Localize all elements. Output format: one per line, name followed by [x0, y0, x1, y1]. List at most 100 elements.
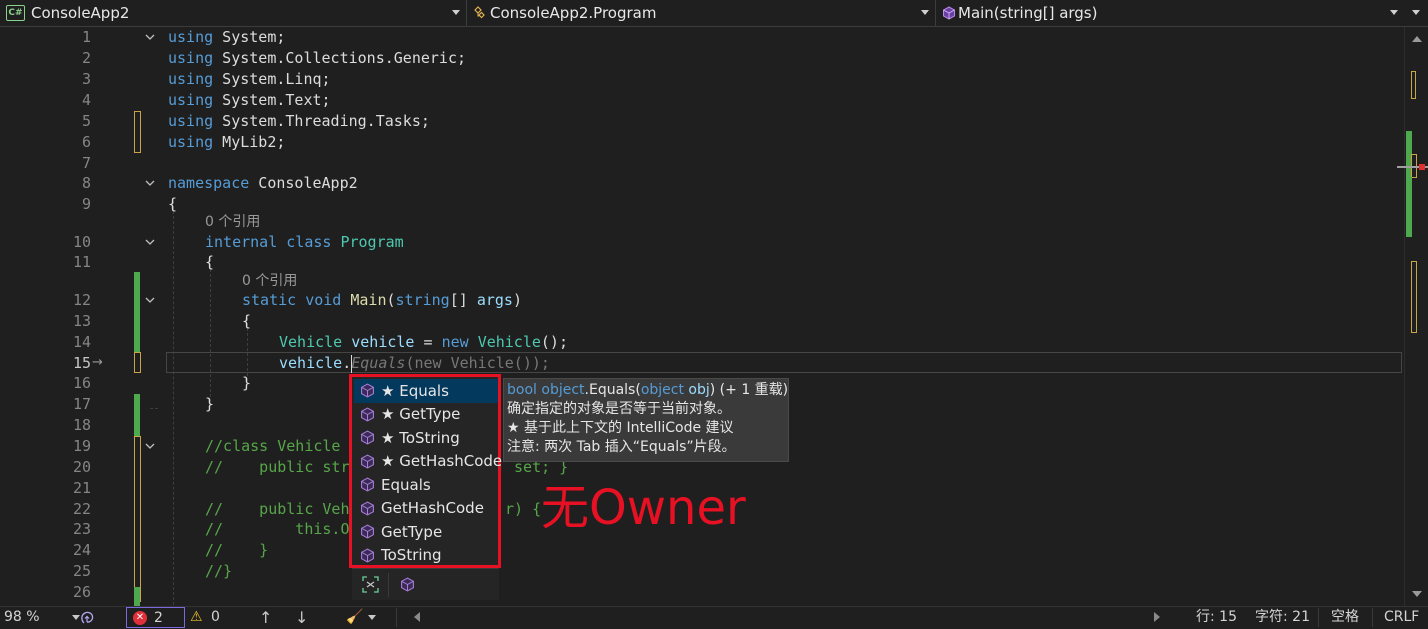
chevron-down-icon: [367, 614, 376, 620]
type-name: Program: [340, 233, 404, 251]
line-number: 7: [81, 154, 91, 172]
line-number: 2: [81, 49, 91, 67]
method-icon: [361, 430, 374, 445]
type-dropdown[interactable]: ConsoleApp2.Program: [467, 0, 936, 26]
separator: [396, 608, 397, 627]
completion-item[interactable]: Equals: [354, 473, 498, 497]
keyword: using: [168, 133, 214, 151]
punctuation: (: [386, 291, 396, 309]
code-line-22-tail: r) {: [505, 500, 542, 518]
error-count-button[interactable]: ✕ 2: [126, 607, 185, 628]
chevron-down-icon: [921, 10, 929, 15]
keyword: using: [168, 49, 214, 67]
member-label: Main(string[] args): [958, 4, 1098, 22]
code-lens-references[interactable]: 0 个引用: [205, 213, 260, 231]
code-line-20: // public str: [205, 458, 350, 476]
red-annotation-text: 无Owner: [541, 480, 746, 536]
punctuation: .: [342, 354, 352, 372]
line-number: 17: [72, 395, 91, 413]
line-number: 11: [72, 253, 91, 271]
keyword: using: [168, 91, 214, 109]
type-label: ConsoleApp2.Program: [490, 4, 657, 22]
current-line-arrow-icon: →: [92, 355, 103, 370]
method-icon: [361, 477, 374, 492]
completion-item[interactable]: ★ GetType: [354, 403, 498, 427]
chevron-down-icon: [72, 614, 81, 620]
method-filter-icon[interactable]: [400, 577, 415, 592]
line-number: 20: [72, 458, 91, 476]
collapse-chevron-icon[interactable]: [145, 32, 155, 42]
parameter-name: args: [476, 291, 513, 309]
line-number: 16: [72, 374, 91, 392]
method-icon: [361, 407, 374, 422]
change-indicator-unsaved: [134, 352, 141, 373]
completion-label: GetType: [381, 522, 443, 541]
completion-item[interactable]: GetType: [354, 520, 498, 544]
method-name: Main: [350, 291, 387, 309]
previous-issue-arrow-icon[interactable]: ↑: [259, 607, 272, 628]
code-line-13: {: [242, 312, 252, 330]
chevron-down-icon: [1412, 10, 1420, 15]
line-indicator[interactable]: 行: 15: [1196, 607, 1237, 628]
scroll-up-icon[interactable]: [1412, 36, 1422, 42]
line-number: 13: [72, 312, 91, 330]
keyword: namespace: [168, 174, 250, 192]
code-cleanup-button[interactable]: 🧹: [346, 607, 376, 628]
type-name: Vehicle: [279, 333, 343, 351]
collapse-chevron-icon[interactable]: [145, 441, 155, 451]
line-number: 1: [81, 28, 91, 46]
completion-item[interactable]: ★ ToString: [354, 426, 498, 450]
tooltip-intellicode-note: ★ 基于此上下文的 IntelliCode 建议: [507, 420, 734, 436]
ghost-completion-text: (new Vehicle());: [405, 354, 550, 372]
code-lens-references[interactable]: 0 个引用: [242, 272, 297, 290]
punctuation: ();: [540, 333, 568, 351]
keyword: new: [441, 333, 469, 351]
zoom-dropdown[interactable]: 98 %: [4, 607, 81, 628]
code-line-24: // }: [205, 541, 269, 559]
chevron-down-icon: [452, 10, 460, 15]
tooltip-method: .Equals(: [584, 382, 641, 398]
project-dropdown[interactable]: C# ConsoleApp2: [0, 0, 467, 26]
horizontal-scroll-left-icon[interactable]: [414, 607, 420, 628]
collapse-chevron-icon[interactable]: [145, 178, 155, 188]
warning-count-button[interactable]: ⚠ 0: [190, 607, 220, 628]
intellicode-status-icon[interactable]: [80, 610, 95, 625]
line-number: 5: [81, 112, 91, 130]
indentation-indicator[interactable]: 空格: [1331, 607, 1359, 628]
line-number: 9: [81, 195, 91, 213]
line-number: 12: [72, 291, 91, 309]
chevron-down-icon: [1390, 10, 1398, 15]
completion-label: ★ Equals: [381, 381, 449, 400]
intellisense-completion-list[interactable]: ★ Equals ★ GetType ★ ToString ★ GetHashC…: [349, 374, 502, 568]
completion-item[interactable]: ToString: [354, 544, 498, 568]
member-dropdown[interactable]: Main(string[] args): [936, 0, 1404, 26]
method-icon: [361, 524, 374, 539]
error-count: 2: [154, 610, 163, 626]
char-indicator[interactable]: 字符: 21: [1255, 607, 1310, 628]
next-issue-arrow-icon[interactable]: ↓: [295, 607, 308, 628]
collapse-chevron-icon[interactable]: [145, 237, 155, 247]
keyword: void: [305, 291, 342, 309]
completion-item[interactable]: ★ GetHashCode: [354, 450, 502, 474]
line-ending-indicator[interactable]: CRLF: [1384, 607, 1419, 628]
tooltip-description: 确定指定的对象是否等于当前对象。: [507, 401, 731, 417]
completion-item[interactable]: ★ Equals: [354, 379, 498, 403]
code-line-4: using System.Text;: [168, 90, 331, 111]
code-line-2: using System.Collections.Generic;: [168, 48, 466, 69]
quick-info-tooltip: bool object.Equals(object obj) (+ 1 重载) …: [503, 378, 789, 462]
line-number: 24: [72, 541, 91, 559]
tooltip-snippet-note: 注意: 两次 Tab 插入“Equals”片段。: [507, 439, 736, 455]
punctuation: []: [449, 291, 477, 309]
line-number: 6: [81, 133, 91, 151]
vertical-scrollbar[interactable]: [1397, 27, 1428, 606]
split-editor-button[interactable]: [1404, 0, 1428, 26]
namespace-name: ConsoleApp2: [249, 174, 358, 192]
scroll-down-icon[interactable]: [1412, 591, 1422, 597]
horizontal-scroll-right-icon[interactable]: [1154, 607, 1160, 628]
expand-filter-icon[interactable]: [362, 576, 379, 593]
completion-item[interactable]: GetHashCode: [354, 497, 498, 521]
collapse-chevron-icon[interactable]: [145, 295, 155, 305]
line-number: 8: [81, 174, 91, 192]
